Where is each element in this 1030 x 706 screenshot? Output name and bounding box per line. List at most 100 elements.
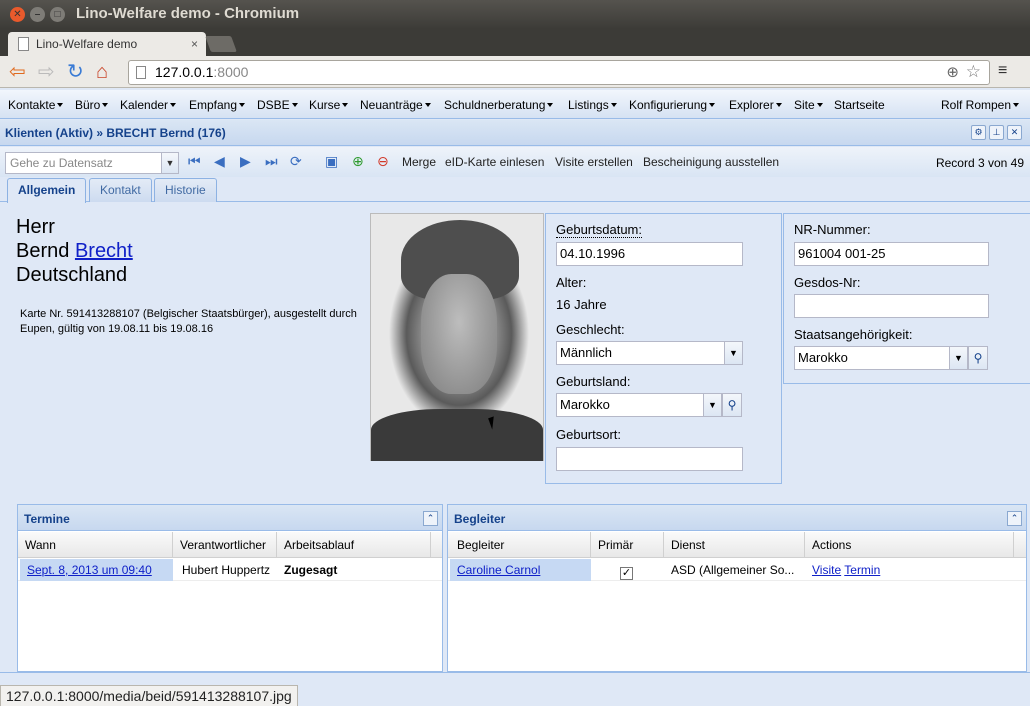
column-header[interactable]: Begleiter bbox=[450, 532, 591, 558]
create-visit-button[interactable]: Visite erstellen bbox=[555, 155, 633, 169]
table-cell[interactable]: Sept. 8, 2013 um 09:40 bbox=[20, 559, 173, 581]
begleiter-title: Begleiter bbox=[454, 512, 506, 526]
column-header[interactable]: Actions bbox=[805, 532, 1014, 558]
table-cell: Visite Termin bbox=[805, 559, 1005, 581]
birth-place-field[interactable] bbox=[556, 447, 743, 471]
menu-user[interactable]: Rolf Rompen bbox=[941, 98, 1019, 112]
goto-record-combo[interactable]: Gehe zu Datensatz ▼ bbox=[5, 152, 179, 174]
tab-kontakt[interactable]: Kontakt bbox=[89, 178, 152, 202]
nr-number-field[interactable]: 961004 001-25 bbox=[794, 242, 989, 266]
visite-link[interactable]: Visite bbox=[812, 563, 841, 577]
search-icon[interactable]: ⚲ bbox=[722, 393, 742, 417]
back-arrow-icon[interactable]: ⇦ bbox=[9, 60, 26, 84]
begleiter-header: Begleiter ⌃ bbox=[448, 505, 1026, 531]
table-cell: Zugesagt bbox=[284, 563, 338, 577]
collapse-icon[interactable]: ⌃ bbox=[423, 511, 438, 526]
last-record-icon[interactable]: ⏭ bbox=[265, 154, 278, 168]
menu-schuldnerberatung[interactable]: Schuldnerberatung bbox=[444, 98, 553, 112]
gear-icon[interactable]: ⚙ bbox=[971, 125, 986, 140]
coach-link[interactable]: Caroline Carnol bbox=[457, 563, 540, 577]
begleiter-column-headers: Begleiter Primär Dienst Actions bbox=[448, 532, 1026, 558]
add-icon[interactable]: ⊕ bbox=[352, 154, 364, 168]
menu-kontakte[interactable]: Kontakte bbox=[8, 98, 63, 112]
table-cell: ASD (Allgemeiner So... bbox=[671, 563, 795, 577]
record-counter: Record 3 von 49 bbox=[935, 156, 1024, 170]
gender-label: Geschlecht: bbox=[556, 322, 625, 337]
zoom-icon[interactable]: ⊕ bbox=[946, 61, 959, 84]
photo-body bbox=[371, 409, 543, 461]
save-icon[interactable]: ▣ bbox=[325, 154, 338, 168]
close-tab-icon[interactable]: × bbox=[191, 32, 198, 56]
gender-select[interactable]: Männlich ▼ bbox=[556, 341, 743, 365]
table-cell[interactable]: Caroline Carnol bbox=[450, 559, 591, 581]
birth-country-label: Geburtsland: bbox=[556, 374, 631, 389]
table-row[interactable]: Caroline Carnol ✓ ASD (Allgemeiner So...… bbox=[448, 559, 1026, 581]
read-eid-card-button[interactable]: eID-Karte einlesen bbox=[445, 155, 544, 169]
client-photo[interactable] bbox=[370, 213, 544, 461]
nationality-select[interactable]: Marokko ▼ bbox=[794, 346, 968, 370]
issue-certificate-button[interactable]: Bescheinigung ausstellen bbox=[643, 155, 779, 169]
column-header[interactable]: Arbeitsablauf bbox=[277, 532, 431, 558]
maximize-window-button[interactable]: □ bbox=[50, 7, 65, 22]
refresh-icon[interactable]: ⟳ bbox=[290, 154, 302, 168]
home-icon[interactable]: ⌂ bbox=[96, 60, 108, 84]
eid-card-info: Karte Nr. 591413288107 (Belgischer Staat… bbox=[20, 308, 357, 335]
column-header[interactable]: Wann bbox=[18, 532, 173, 558]
menu-kalender[interactable]: Kalender bbox=[120, 98, 176, 112]
forward-arrow-icon[interactable]: ⇨ bbox=[38, 60, 55, 84]
form-tabs: Allgemein Kontakt Historie bbox=[0, 177, 1030, 203]
column-header[interactable]: Primär bbox=[591, 532, 664, 558]
pin-icon[interactable]: ⊥ bbox=[989, 125, 1004, 140]
primary-checkbox[interactable]: ✓ bbox=[620, 567, 633, 580]
window-title: Lino-Welfare demo - Chromium bbox=[76, 5, 300, 22]
menu-kurse[interactable]: Kurse bbox=[309, 98, 348, 112]
table-row[interactable]: Sept. 8, 2013 um 09:40 Hubert Huppertz Z… bbox=[18, 559, 442, 581]
menu-site[interactable]: Site bbox=[794, 98, 823, 112]
birth-country-select[interactable]: Marokko ▼ bbox=[556, 393, 722, 417]
tab-allgemein[interactable]: Allgemein bbox=[7, 178, 87, 203]
browser-menu-icon[interactable]: ≡ bbox=[998, 63, 1014, 79]
next-record-icon[interactable]: ▶ bbox=[240, 154, 251, 168]
salutation: Herr bbox=[16, 216, 55, 238]
menu-neuantraege[interactable]: Neuanträge bbox=[360, 98, 431, 112]
page-icon bbox=[136, 66, 146, 79]
appointment-link[interactable]: Sept. 8, 2013 um 09:40 bbox=[27, 563, 152, 577]
menu-buero[interactable]: Büro bbox=[75, 98, 108, 112]
last-name-link[interactable]: Brecht bbox=[75, 240, 133, 262]
reload-icon[interactable]: ↻ bbox=[67, 60, 84, 84]
menu-explorer[interactable]: Explorer bbox=[729, 98, 782, 112]
termin-link[interactable]: Termin bbox=[844, 563, 880, 577]
url-port: :8000 bbox=[213, 64, 249, 80]
minimize-window-button[interactable]: – bbox=[30, 7, 45, 22]
column-header[interactable]: Verantwortlicher bbox=[173, 532, 277, 558]
chevron-down-icon[interactable]: ▼ bbox=[949, 347, 967, 369]
tab-historie[interactable]: Historie bbox=[154, 178, 217, 202]
gender-value: Männlich bbox=[560, 345, 613, 360]
address-bar[interactable]: 127.0.0.1:8000 ⊕ ☆ bbox=[128, 60, 990, 85]
first-record-icon[interactable]: ⏮ bbox=[188, 154, 201, 168]
gesdos-field[interactable] bbox=[794, 294, 989, 318]
collapse-icon[interactable]: ⌃ bbox=[1007, 511, 1022, 526]
menu-startseite[interactable]: Startseite bbox=[834, 98, 885, 112]
delete-icon[interactable]: ⊖ bbox=[377, 154, 389, 168]
previous-record-icon[interactable]: ◀ bbox=[214, 154, 225, 168]
menu-listings[interactable]: Listings bbox=[568, 98, 617, 112]
browser-tab[interactable]: Lino-Welfare demo × bbox=[8, 32, 206, 56]
search-icon[interactable]: ⚲ bbox=[968, 346, 988, 370]
birth-country-value: Marokko bbox=[560, 397, 610, 412]
chevron-down-icon[interactable]: ▼ bbox=[161, 153, 178, 173]
column-header[interactable]: Dienst bbox=[664, 532, 805, 558]
merge-button[interactable]: Merge bbox=[402, 155, 436, 169]
bookmark-star-icon[interactable]: ☆ bbox=[966, 60, 981, 83]
chevron-down-icon[interactable]: ▼ bbox=[724, 342, 742, 364]
age-label: Alter: bbox=[556, 275, 587, 290]
menu-dsbe[interactable]: DSBE bbox=[257, 98, 298, 112]
menu-konfigurierung[interactable]: Konfigurierung bbox=[629, 98, 715, 112]
close-window-button[interactable]: ✕ bbox=[10, 7, 25, 22]
close-icon[interactable]: ✕ bbox=[1007, 125, 1022, 140]
browser-toolbar: ⇦ ⇨ ↻ ⌂ 127.0.0.1:8000 ⊕ ☆ ≡ bbox=[0, 56, 1030, 88]
chevron-down-icon[interactable]: ▼ bbox=[703, 394, 721, 416]
menu-empfang[interactable]: Empfang bbox=[189, 98, 245, 112]
birth-date-field[interactable]: 04.10.1996 bbox=[556, 242, 743, 266]
new-tab-button[interactable] bbox=[205, 36, 237, 52]
